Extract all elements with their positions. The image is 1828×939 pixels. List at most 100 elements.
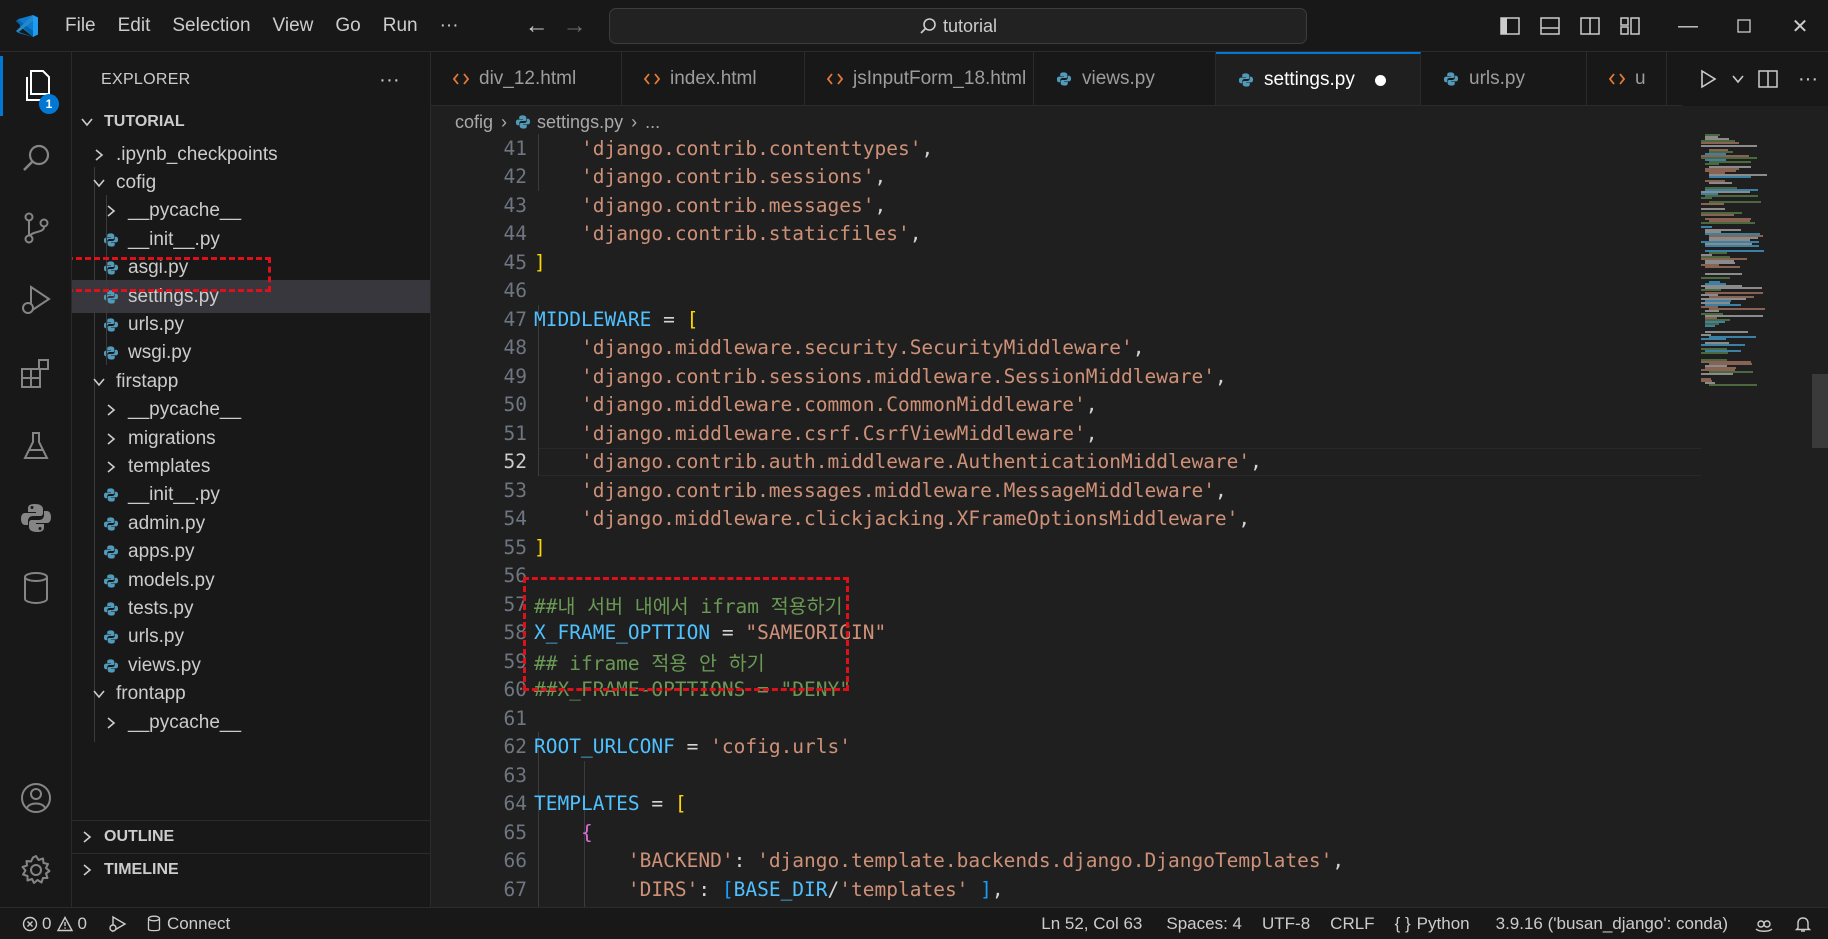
unsaved-dot-icon[interactable] [1374, 74, 1386, 86]
account-icon[interactable] [0, 768, 72, 828]
minimap-line [1705, 325, 1715, 328]
breadcrumb-folder[interactable]: cofig [455, 112, 493, 133]
editor-tabs: div_12.html index.html jsInputForm_18.html… [431, 52, 1828, 106]
outline-section[interactable]: OUTLINE [72, 820, 430, 853]
toggle-primary-sidebar-icon[interactable] [1490, 0, 1530, 52]
breadcrumb-file[interactable]: settings.py [537, 112, 623, 133]
code-string: 'templates' [839, 877, 969, 901]
tab-u[interactable]: u [1587, 52, 1667, 105]
close-icon[interactable]: ✕ [1772, 0, 1828, 52]
indentation[interactable]: Spaces: 4 [1156, 908, 1252, 939]
line-number: 56 [503, 564, 527, 588]
tab-div-12-html[interactable]: div_12.html [431, 52, 622, 105]
problems-indicator[interactable]: 0 0 [0, 908, 97, 939]
debug-launch-icon[interactable] [97, 908, 137, 939]
back-arrow-icon[interactable]: ← [518, 7, 556, 45]
error-icon [22, 916, 38, 932]
chevron-right-icon [78, 830, 96, 844]
timeline-section[interactable]: TIMELINE [72, 853, 430, 886]
notifications-bell-icon[interactable] [1784, 908, 1828, 939]
encoding[interactable]: UTF-8 [1252, 908, 1320, 939]
language-mode[interactable]: { } Python [1385, 908, 1480, 939]
explorer-header: EXPLORER ··· [72, 52, 430, 108]
vertical-scrollbar[interactable] [1812, 374, 1828, 448]
minimize-icon[interactable]: — [1660, 0, 1716, 52]
cursor-position[interactable]: Ln 52, Col 63 [1031, 908, 1152, 939]
python-file-icon [1443, 71, 1459, 87]
python-icon[interactable] [0, 488, 72, 548]
tree-item-label: __pycache__ [128, 711, 242, 733]
chevron-right-icon [102, 403, 120, 417]
explorer-more-actions[interactable]: ··· [379, 69, 400, 92]
testing-flask-icon[interactable] [0, 416, 72, 476]
menu-run[interactable]: Run [372, 0, 429, 52]
tab-views-py[interactable]: views.py [1034, 52, 1216, 105]
database-icon[interactable] [0, 558, 72, 618]
code-string: 'django.middleware.security.SecurityMidd… [580, 336, 1133, 360]
activity-bar: 1 [0, 52, 72, 907]
run-debug-icon[interactable] [0, 270, 72, 330]
menu-file[interactable]: File [54, 0, 107, 52]
tree-item-label: .ipynb_checkpoints [116, 143, 278, 165]
minimap-line [1709, 182, 1732, 185]
more-actions-icon[interactable]: ··· [1788, 68, 1828, 91]
customize-layout-icon[interactable] [1610, 0, 1650, 52]
tree-item-label: __pycache__ [128, 399, 242, 421]
tree-item-label: frontapp [116, 683, 186, 705]
tab-urls-py[interactable]: urls.py [1421, 52, 1587, 105]
end-of-line[interactable]: CRLF [1320, 908, 1384, 939]
code-string: 'django.contrib.sessions.middleware.Sess… [580, 364, 1215, 388]
extensions-icon[interactable] [0, 344, 72, 404]
menu-more[interactable]: ··· [429, 0, 470, 52]
code-line-50: 'django.middleware.common.CommonMiddlewa… [580, 393, 1098, 417]
code-string: 'django.contrib.sessions' [580, 165, 875, 189]
python-file-icon [1056, 71, 1072, 87]
tab-index-html[interactable]: index.html [622, 52, 805, 105]
run-file-icon[interactable] [1688, 69, 1728, 89]
code-line-49: 'django.contrib.sessions.middleware.Sess… [580, 364, 1227, 388]
tree-item-label: wsgi.py [128, 342, 192, 364]
gear-icon[interactable] [0, 840, 72, 900]
language-label: Python [1416, 914, 1470, 933]
search-icon[interactable] [0, 128, 72, 188]
workspace-root[interactable]: TUTORIAL [72, 105, 430, 138]
connect-button[interactable]: Connect [137, 908, 240, 939]
nav-arrows: ← → [518, 7, 594, 45]
maximize-icon[interactable] [1716, 0, 1772, 52]
toggle-secondary-sidebar-icon[interactable] [1570, 0, 1610, 52]
python-file-icon [102, 487, 120, 503]
code-variable: TEMPLATES [534, 792, 640, 816]
minimap[interactable] [1701, 134, 1811, 907]
python-interpreter[interactable]: 3.9.16 ('busan_django': conda) [1486, 908, 1738, 939]
explorer-icon[interactable]: 1 [0, 56, 72, 116]
tree-folder[interactable]: __pycache__ [72, 706, 430, 739]
warning-icon [57, 915, 74, 932]
code-line-42: 'django.contrib.sessions', [580, 165, 887, 189]
explorer-title: EXPLORER [101, 71, 191, 88]
explorer-badge: 1 [39, 94, 59, 114]
tab-jsinputform-18-html[interactable]: jsInputForm_18.html [805, 52, 1034, 105]
code-line-41: 'django.contrib.contenttypes', [580, 136, 934, 160]
run-dropdown-chevron-icon[interactable] [1728, 74, 1748, 84]
menu-selection[interactable]: Selection [161, 0, 261, 52]
annotation-highlight-xframe [523, 577, 849, 691]
source-control-icon[interactable] [0, 198, 72, 258]
tree-item-label: firstapp [116, 370, 179, 392]
menu-go[interactable]: Go [324, 0, 371, 52]
python-file-icon [102, 601, 120, 617]
copilot-icon[interactable] [1744, 908, 1784, 939]
menu-view[interactable]: View [262, 0, 325, 52]
menu-edit[interactable]: Edit [107, 0, 162, 52]
split-editor-icon[interactable] [1748, 70, 1788, 88]
command-center-search[interactable]: tutorial [609, 8, 1307, 44]
tab-settings-py[interactable]: settings.py [1216, 52, 1421, 105]
code-editor[interactable]: 41 42 43 44 45 46 47 48 49 50 51 52 53 54 55 56 57 58 59 60… [431, 134, 1701, 907]
html-file-icon [453, 72, 469, 86]
toggle-panel-icon[interactable] [1530, 0, 1570, 52]
forward-arrow-icon[interactable]: → [556, 7, 594, 45]
breadcrumb-symbol[interactable]: ... [645, 112, 660, 133]
code-line-52: 'django.contrib.auth.middleware.Authenti… [580, 450, 1262, 474]
minimap-line [1701, 373, 1733, 376]
code-string: 'django.contrib.staticfiles' [580, 222, 910, 246]
annotation-highlight-settings [72, 257, 271, 292]
